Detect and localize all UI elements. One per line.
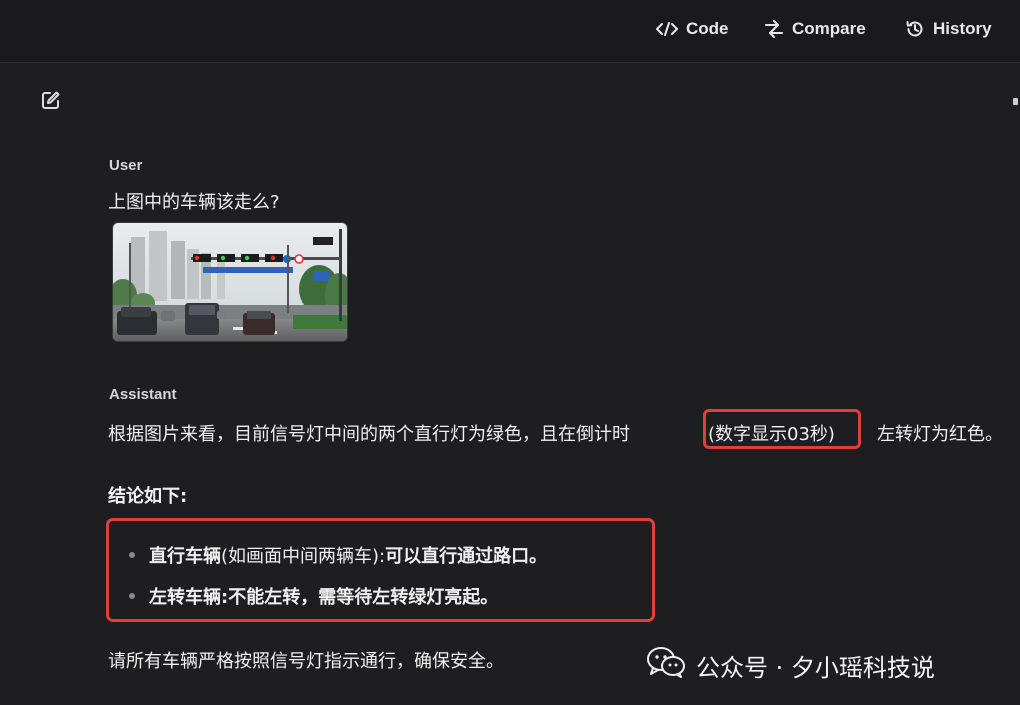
history-button[interactable]: History xyxy=(905,16,992,42)
conclusion-heading: 结论如下: xyxy=(108,486,188,507)
code-brackets-icon xyxy=(656,22,678,36)
scrollbar-thumb[interactable] xyxy=(1013,98,1018,105)
history-label: History xyxy=(933,19,992,38)
compare-label: Compare xyxy=(792,19,866,38)
bullet-detail: (如画面中间两辆车): xyxy=(221,546,386,567)
assistant-intro-text: 根据图片来看，目前信号灯中间的两个直行灯为绿色，且在倒计时 xyxy=(108,424,630,445)
list-item: 左转车辆: 不能左转，需等待左转绿灯亮起。 xyxy=(129,583,498,609)
bullet-label: 左转车辆: xyxy=(149,587,229,608)
watermark-text: 公众号 · 夕小瑶科技说 xyxy=(696,653,935,682)
watermark: 公众号 · 夕小瑶科技说 xyxy=(646,646,935,684)
compare-arrows-icon xyxy=(764,19,784,39)
history-clock-icon xyxy=(905,19,925,39)
top-toolbar: Code Compare History xyxy=(0,0,1020,63)
assistant-intro-highlight: (数字显示03秒) xyxy=(708,424,835,445)
bullet-action: 可以直行通过路口。 xyxy=(385,546,548,567)
assistant-closing-text: 请所有车辆严格按照信号灯指示通行，确保安全。 xyxy=(108,651,504,672)
attached-traffic-photo[interactable] xyxy=(112,222,348,342)
user-role-label: User xyxy=(109,157,143,174)
user-message: 上图中的车辆该走么? xyxy=(108,192,280,213)
assistant-role-label: Assistant xyxy=(109,386,177,403)
edit-icon[interactable] xyxy=(40,89,62,111)
bullet-dot xyxy=(129,552,135,558)
compare-button[interactable]: Compare xyxy=(764,16,866,42)
wechat-icon xyxy=(646,646,686,684)
list-item: 直行车辆 (如画面中间两辆车): 可以直行通过路口。 xyxy=(129,542,547,568)
assistant-intro-after: 左转灯为红色。 xyxy=(877,424,1003,445)
bullet-label: 直行车辆 xyxy=(149,546,221,567)
bullet-action: 不能左转，需等待左转绿灯亮起。 xyxy=(228,587,499,608)
bullet-dot xyxy=(129,593,135,599)
code-label: Code xyxy=(686,19,729,38)
code-button[interactable]: Code xyxy=(656,16,729,42)
